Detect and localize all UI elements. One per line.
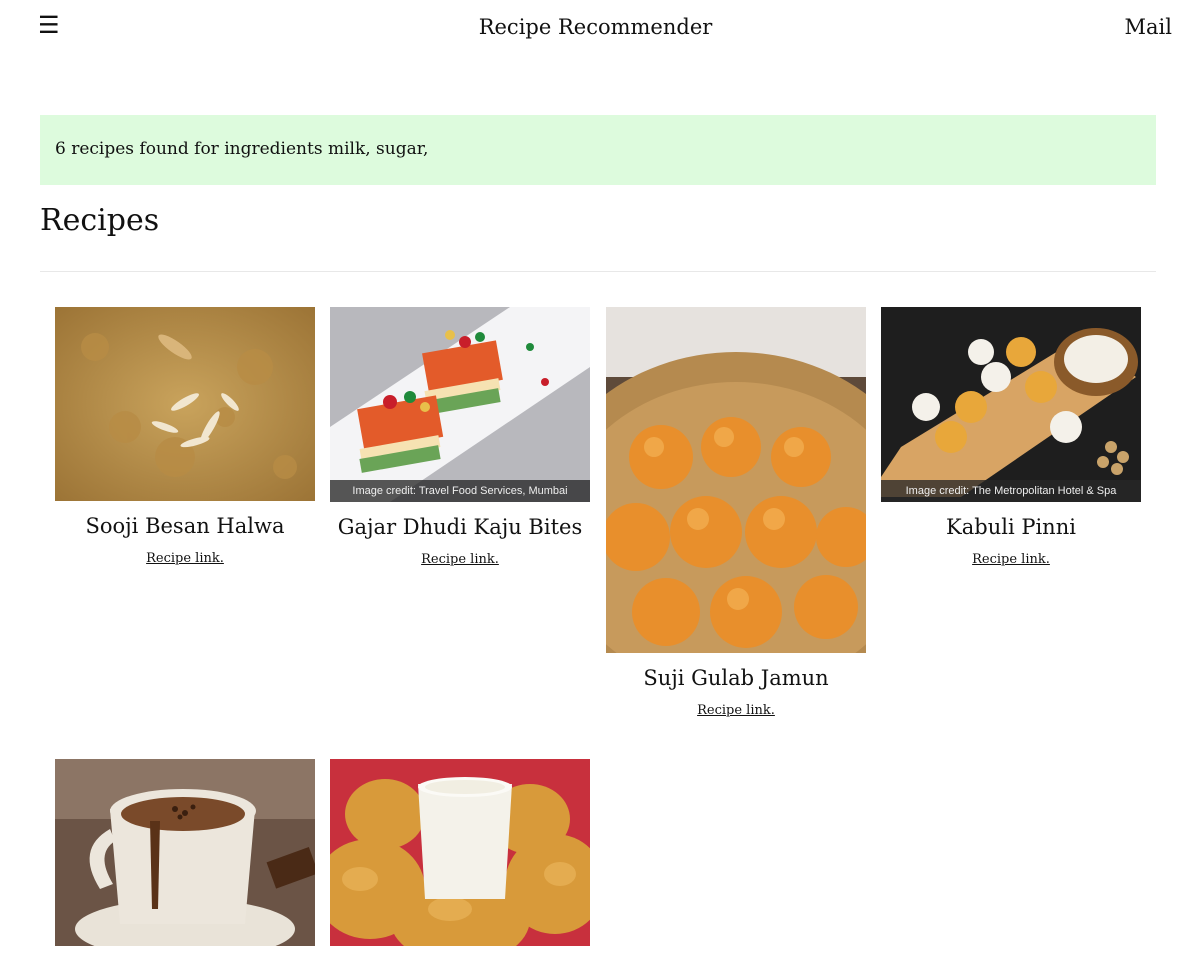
image-credit-caption: Image credit: Travel Food Services, Mumb… — [330, 480, 590, 502]
results-alert: 6 recipes found for ingredients milk, su… — [40, 115, 1156, 185]
recipe-link[interactable]: Recipe link. — [421, 551, 499, 569]
top-navbar: ☰ Recipe Recommender Mail — [0, 0, 1191, 56]
recipe-card: Suji Gulab Jamun Recipe link. — [606, 307, 866, 720]
recipe-image[interactable] — [55, 759, 315, 946]
recipe-title: Gajar Dhudi Kaju Bites — [337, 515, 583, 539]
section-title: Recipes — [40, 203, 160, 238]
recipe-card — [330, 759, 590, 976]
recipe-image[interactable] — [606, 307, 866, 653]
recipe-image[interactable]: Image credit: Travel Food Services, Mumb… — [330, 307, 590, 502]
mail-link[interactable]: Mail — [1125, 12, 1172, 42]
recipe-card: Sooji Besan Halwa Recipe link. — [55, 307, 315, 568]
recipe-card: Image credit: Travel Food Services, Mumb… — [330, 307, 590, 569]
image-credit-caption: Image credit: The Metropolitan Hotel & S… — [881, 480, 1141, 502]
recipe-title: Sooji Besan Halwa — [85, 514, 285, 538]
app-title: Recipe Recommender — [478, 15, 713, 39]
section-divider — [40, 271, 1156, 272]
results-alert-text: 6 recipes found for ingredients milk, su… — [55, 139, 429, 159]
recipe-title: Suji Gulab Jamun — [643, 666, 829, 690]
recipe-card — [55, 759, 315, 976]
recipe-image[interactable] — [330, 759, 590, 946]
recipe-image[interactable] — [55, 307, 315, 501]
recipe-title: Kabuli Pinni — [946, 515, 1076, 539]
recipe-link[interactable]: Recipe link. — [697, 702, 775, 720]
recipe-image[interactable]: Image credit: The Metropolitan Hotel & S… — [881, 307, 1141, 502]
recipe-link[interactable]: Recipe link. — [146, 550, 224, 568]
recipe-card: Image credit: The Metropolitan Hotel & S… — [881, 307, 1141, 569]
recipe-link[interactable]: Recipe link. — [972, 551, 1050, 569]
